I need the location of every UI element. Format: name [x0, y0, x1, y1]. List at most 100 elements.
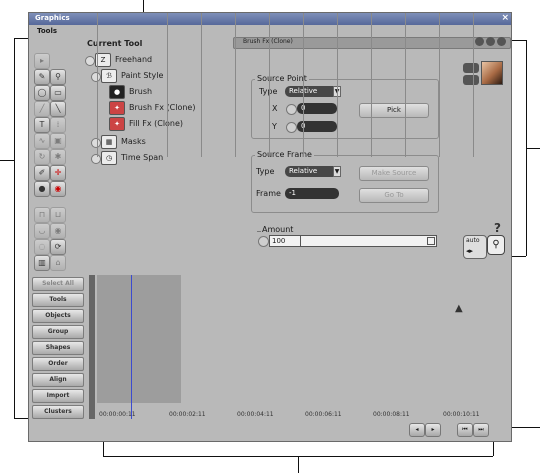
tree-item-time-span[interactable]: Time Span [121, 151, 163, 164]
timeline-label: 00:00:00:11 [99, 411, 136, 418]
callout-line [526, 148, 540, 149]
star-icon[interactable]: ✱ [50, 149, 66, 165]
align-button[interactable]: Align [32, 373, 84, 387]
magnifier-icon[interactable]: ⚲ [487, 235, 505, 255]
tree-item-paint-style[interactable]: Paint Style [121, 69, 163, 82]
mouse-cursor-icon: ▲ [455, 303, 463, 314]
amount-slider[interactable]: 100 [269, 235, 437, 247]
tools-button[interactable]: Tools [32, 293, 84, 307]
panel-title: Brush Fx (Clone) [243, 38, 293, 45]
vertical-text-icon[interactable]: ⁞ [50, 117, 66, 133]
import-button[interactable]: Import [32, 389, 84, 403]
close-icon[interactable]: × [501, 13, 509, 23]
timeline-selection[interactable] [97, 275, 181, 403]
line-icon[interactable]: ╲ [50, 101, 66, 117]
rectangle-icon[interactable]: ▭ [50, 85, 66, 101]
freehand-icon[interactable]: ∿ [34, 133, 50, 149]
x-spinner[interactable] [286, 104, 297, 115]
go-to-button[interactable]: Go To [359, 188, 429, 203]
chevron-down-icon[interactable]: ▼ [333, 166, 341, 177]
timeline-label: 00:00:10:11 [443, 411, 480, 418]
window-title: Graphics [35, 14, 70, 22]
objects-button[interactable]: Objects [32, 309, 84, 323]
eyedropper-icon[interactable]: ✐ [34, 165, 50, 181]
info-icon[interactable] [497, 37, 506, 46]
lasso-icon[interactable]: ⚲ [50, 69, 66, 85]
tree-item-fill-fx[interactable]: Fill Fx (Clone) [129, 117, 183, 130]
settings-icon[interactable] [486, 37, 495, 46]
timeline-label: 00:00:02:11 [169, 411, 206, 418]
select-all-button[interactable]: Select All [32, 277, 84, 291]
make-source-button[interactable]: Make Source [359, 166, 429, 181]
timeline-gridline [405, 13, 406, 157]
tree-item-freehand[interactable]: Freehand [115, 53, 152, 66]
pencil-icon[interactable]: ╱ [34, 101, 50, 117]
group-icon[interactable]: ◌ [34, 239, 50, 255]
brush-fx-icon: ✦ [109, 101, 125, 115]
callout-line [103, 442, 104, 456]
type-label: Type [256, 167, 275, 176]
rotate-icon[interactable]: ↻ [34, 149, 50, 165]
show-icon[interactable]: ◉ [50, 223, 66, 239]
first-frame-icon[interactable]: ⏮ [457, 423, 473, 437]
cycle-icon[interactable] [463, 63, 479, 73]
node-select-icon[interactable]: ✎ [34, 69, 50, 85]
timeline-gridline [473, 13, 474, 157]
auto-arrows-icon[interactable]: ◂▸ [466, 247, 473, 255]
pointer-icon[interactable]: ▸ [34, 53, 50, 69]
expand-toggle-icon[interactable] [91, 154, 101, 164]
lock-icon[interactable]: ⊓ [34, 207, 50, 223]
source-frame-group [251, 155, 439, 213]
group-button[interactable]: Group [32, 325, 84, 339]
pick-button[interactable]: Pick [359, 103, 429, 118]
text-icon[interactable]: T [34, 117, 50, 133]
layers-icon[interactable]: ▥ [34, 255, 50, 271]
crosshair-icon[interactable]: ✛ [50, 165, 66, 181]
tree-item-brush[interactable]: Brush [129, 85, 152, 98]
slider-end-icon[interactable] [427, 237, 435, 245]
swap-icon[interactable] [463, 75, 479, 85]
clone-source-thumbnail[interactable] [481, 61, 503, 85]
expand-toggle-icon[interactable] [91, 138, 101, 148]
order-button[interactable]: Order [32, 357, 84, 371]
brush-icon: ● [109, 85, 125, 99]
amount-divider [300, 236, 301, 246]
auto-control[interactable]: auto ◂▸ [463, 235, 487, 259]
fill-fx-icon: ✦ [109, 117, 125, 131]
unlock-icon[interactable]: ⊔ [50, 207, 66, 223]
frame-type-dropdown[interactable]: Relative [285, 166, 335, 177]
playhead[interactable] [131, 275, 132, 419]
tree-item-brush-fx[interactable]: Brush Fx (Clone) [129, 101, 195, 114]
stamp-icon[interactable]: ● [34, 181, 50, 197]
clusters-button[interactable]: Clusters [32, 405, 84, 419]
last-frame-icon[interactable]: ⏭ [473, 423, 489, 437]
next-keyframe-icon[interactable]: ▸ [425, 423, 441, 437]
help-icon[interactable]: ? [494, 221, 501, 235]
amount-spinner[interactable] [258, 236, 269, 247]
timeline-gridline [167, 13, 168, 157]
expand-toggle-icon[interactable] [91, 72, 101, 82]
current-tool-header: Current Tool [87, 39, 143, 48]
type-dropdown[interactable]: Relative [285, 86, 335, 97]
timeline-scrollbar[interactable] [89, 275, 95, 419]
ellipse-icon[interactable]: ◯ [34, 85, 50, 101]
record-icon[interactable]: ◉ [50, 181, 66, 197]
shapes-button[interactable]: Shapes [32, 341, 84, 355]
tools-tab[interactable]: Tools [31, 27, 77, 39]
refresh-icon[interactable]: ⟳ [50, 239, 66, 255]
trash-icon[interactable]: ⌂ [50, 255, 66, 271]
hide-icon[interactable]: ◡ [34, 223, 50, 239]
time-span-icon: ◷ [101, 151, 117, 165]
timeline-gridline [97, 13, 98, 157]
expand-toggle-icon[interactable] [85, 56, 95, 66]
y-spinner[interactable] [286, 122, 297, 133]
tree-item-masks[interactable]: Masks [121, 135, 146, 148]
frame-field[interactable]: -1 [285, 188, 339, 199]
cube-icon[interactable]: ▣ [50, 133, 66, 149]
back-icon[interactable] [475, 37, 484, 46]
auto-label: auto [466, 237, 480, 244]
prev-keyframe-icon[interactable]: ◂ [409, 423, 425, 437]
amount-bracket [257, 231, 261, 232]
callout-line [0, 160, 14, 161]
timeline-gridline [235, 13, 236, 157]
